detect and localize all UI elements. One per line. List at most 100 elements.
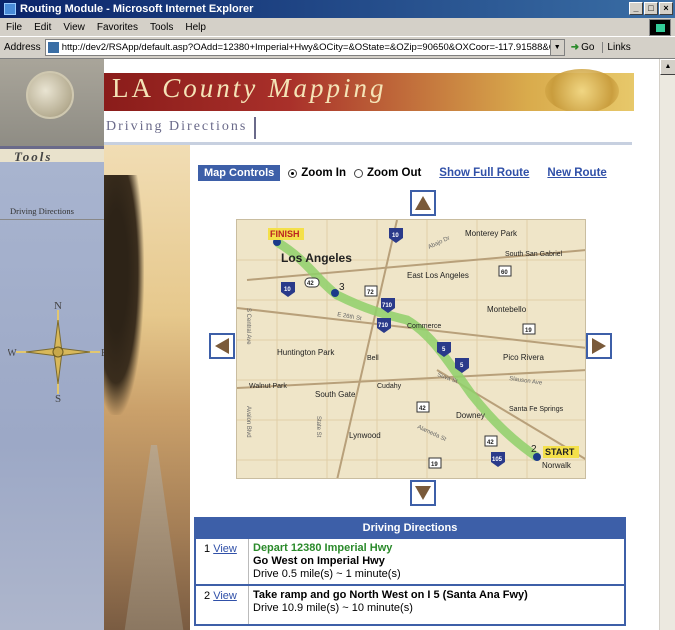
shield-72-label: 72 bbox=[367, 290, 374, 296]
window-title-bar: Routing Module - Microsoft Internet Expl… bbox=[0, 0, 675, 18]
address-dropdown-icon[interactable]: ▼ bbox=[549, 40, 564, 55]
zoom-in-label: Zoom In bbox=[301, 167, 346, 179]
place-los-angeles: Los Angeles bbox=[281, 251, 352, 265]
place-lynwood: Lynwood bbox=[349, 431, 381, 440]
subheader-divider bbox=[254, 117, 256, 139]
view-step-link[interactable]: View bbox=[213, 590, 237, 602]
shield-19-label: 19 bbox=[525, 328, 532, 334]
address-input[interactable]: http://dev2/RSApp/default.asp?OAdd=12380… bbox=[44, 39, 565, 56]
arrow-down-icon bbox=[415, 486, 431, 500]
compass-icon: N S W E bbox=[8, 302, 107, 402]
ie-logo-icon bbox=[4, 3, 16, 15]
place-east-los-angeles: East Los Angeles bbox=[407, 271, 469, 280]
waypoint-3-label: 3 bbox=[339, 282, 345, 293]
direction-text: Depart 12380 Imperial Hwy Go West on Imp… bbox=[248, 539, 624, 584]
zoom-out-radio-dot[interactable] bbox=[354, 168, 363, 178]
shield-101-label: 42 bbox=[307, 281, 314, 287]
new-route-link[interactable]: New Route bbox=[547, 167, 606, 179]
instruction-text: Go West on Imperial Hwy bbox=[253, 555, 385, 567]
address-bar: Address http://dev2/RSApp/default.asp?OA… bbox=[0, 37, 675, 59]
street-alameda-st: Alameda St bbox=[416, 424, 447, 443]
depart-text: Depart 12380 Imperial Hwy bbox=[253, 542, 393, 554]
pan-east-button[interactable] bbox=[586, 333, 612, 359]
map-controls-bar: Map Controls Zoom In Zoom Out Show Full … bbox=[198, 163, 648, 183]
map-canvas: FINISH START 3 2 Los Angeles Monterey Pa… bbox=[237, 220, 585, 478]
place-south-san-gabriel: South San Gabriel bbox=[505, 251, 563, 258]
tree-silhouette bbox=[104, 175, 144, 415]
waypoint-2-label: 2 bbox=[531, 444, 537, 455]
county-seal-icon bbox=[26, 71, 74, 119]
windows-logo-icon bbox=[649, 19, 671, 36]
zoom-in-radio-dot[interactable] bbox=[288, 168, 298, 178]
banner-ornament bbox=[545, 69, 619, 113]
place-cudahy: Cudahy bbox=[377, 383, 402, 390]
place-bell: Bell bbox=[367, 355, 379, 362]
address-url: http://dev2/RSApp/default.asp?OAdd=12380… bbox=[61, 42, 563, 53]
finish-label: FINISH bbox=[270, 229, 300, 239]
go-button[interactable]: ➜ Go bbox=[571, 42, 595, 53]
place-downey: Downey bbox=[456, 411, 485, 420]
tools-panel: Driving Directions N S W E bbox=[0, 162, 107, 630]
compass-s: S bbox=[55, 393, 61, 402]
maximize-button[interactable]: □ bbox=[644, 2, 658, 15]
pan-north-button[interactable] bbox=[410, 190, 436, 216]
place-norwalk: Norwalk bbox=[542, 461, 572, 470]
scroll-up-button[interactable]: ▲ bbox=[660, 59, 675, 75]
road-photo bbox=[104, 145, 190, 630]
menu-edit[interactable]: Edit bbox=[34, 22, 51, 33]
tools-heading: Tools bbox=[0, 146, 104, 164]
street-slauson-ave: Slauson Ave bbox=[509, 376, 543, 387]
place-monterey-park: Monterey Park bbox=[465, 229, 518, 238]
place-santa-fe-springs: Santa Fe Springs bbox=[509, 406, 564, 413]
place-walnut-park: Walnut Park bbox=[249, 383, 287, 390]
vertical-scrollbar[interactable]: ▲ bbox=[659, 59, 675, 630]
direction-row: 1 View Depart 12380 Imperial Hwy Go West… bbox=[196, 537, 624, 584]
shield-19b-label: 19 bbox=[431, 462, 438, 468]
go-label: Go bbox=[581, 42, 595, 53]
show-full-route-link[interactable]: Show Full Route bbox=[439, 167, 529, 179]
place-pico-rivera: Pico Rivera bbox=[503, 353, 544, 362]
sidebar-item-driving-directions[interactable]: Driving Directions bbox=[0, 202, 104, 220]
page-subtitle: Driving Directions bbox=[106, 119, 248, 134]
address-label: Address bbox=[4, 42, 41, 53]
drive-detail: Drive 10.9 mile(s) ~ 10 minute(s) bbox=[253, 602, 413, 614]
pan-west-button[interactable] bbox=[209, 333, 235, 359]
map-controls-label: Map Controls bbox=[198, 165, 281, 181]
shield-710-label: 710 bbox=[382, 303, 393, 309]
route-map[interactable]: FINISH START 3 2 Los Angeles Monterey Pa… bbox=[236, 219, 586, 479]
site-title-part1: LA bbox=[112, 73, 153, 103]
compass-w: W bbox=[8, 348, 17, 359]
menu-tools[interactable]: Tools bbox=[150, 22, 173, 33]
go-arrow-icon: ➜ bbox=[570, 42, 580, 53]
instruction-text: Take ramp and go North West on I 5 (Sant… bbox=[253, 589, 528, 601]
shield-10-label: 10 bbox=[392, 233, 399, 239]
direction-step-number: 2 View bbox=[196, 586, 248, 624]
zoom-in-radio[interactable]: Zoom In bbox=[288, 167, 346, 179]
close-button[interactable]: × bbox=[659, 2, 673, 15]
directions-header: Driving Directions bbox=[196, 519, 624, 537]
seal-panel bbox=[0, 59, 104, 155]
minimize-button[interactable]: _ bbox=[629, 2, 643, 15]
place-huntington-park: Huntington Park bbox=[277, 348, 335, 357]
road-image bbox=[124, 445, 184, 630]
direction-text: Take ramp and go North West on I 5 (Sant… bbox=[248, 586, 624, 624]
page-content: LA County Mapping Driving Directions Too… bbox=[0, 59, 659, 630]
shield-42-label: 42 bbox=[419, 406, 426, 412]
subheader: Driving Directions bbox=[104, 111, 659, 145]
view-step-link[interactable]: View bbox=[213, 543, 237, 555]
direction-step-number: 1 View bbox=[196, 539, 248, 584]
menu-help[interactable]: Help bbox=[185, 22, 206, 33]
place-montebello: Montebello bbox=[487, 305, 527, 314]
arrow-left-icon bbox=[215, 338, 229, 354]
shield-42b-label: 42 bbox=[487, 440, 494, 446]
links-button[interactable]: Links bbox=[602, 42, 631, 53]
waypoint-3-marker bbox=[331, 289, 339, 297]
zoom-out-radio[interactable]: Zoom Out bbox=[354, 167, 421, 179]
menu-view[interactable]: View bbox=[63, 22, 85, 33]
drive-detail: Drive 0.5 mile(s) ~ 1 minute(s) bbox=[253, 568, 401, 580]
menu-file[interactable]: File bbox=[6, 22, 22, 33]
shield-10-west-label: 10 bbox=[284, 287, 291, 293]
menu-favorites[interactable]: Favorites bbox=[97, 22, 138, 33]
street-abajo-dr: Abajo Dr bbox=[427, 236, 451, 251]
pan-south-button[interactable] bbox=[410, 480, 436, 506]
